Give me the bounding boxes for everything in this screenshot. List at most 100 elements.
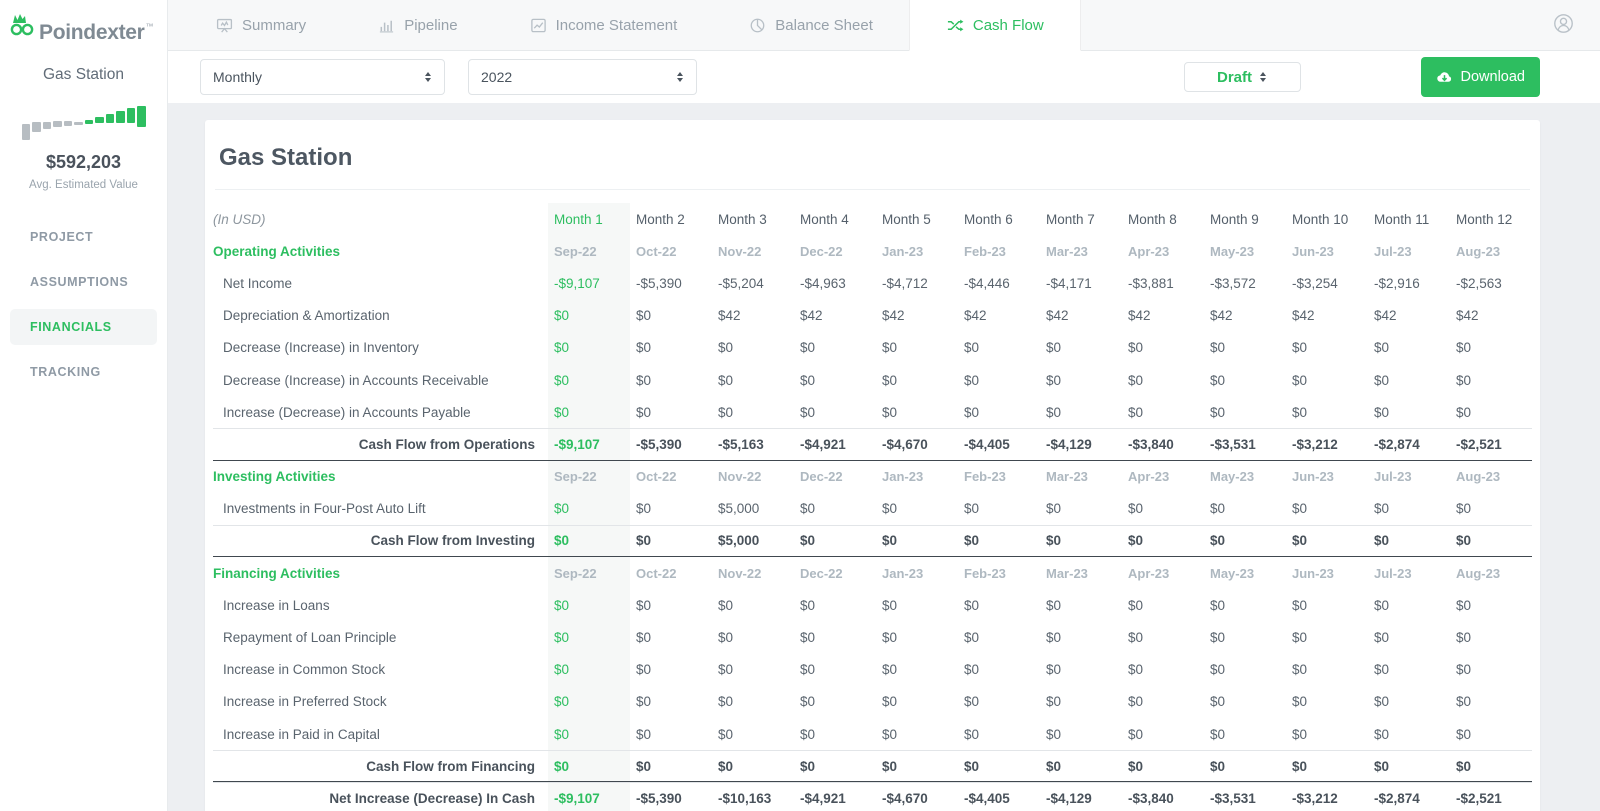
value-cell: $0 — [882, 501, 898, 517]
table-row: Increase in Preferred Stock $0 $0 $0 $0 $0 $0 $… — [213, 685, 1532, 718]
table-row: Cash Flow from Operations -$9,107 -$5,390 -… — [213, 428, 1532, 461]
download-button[interactable]: Download — [1420, 57, 1540, 97]
value-cell: $0 — [1374, 662, 1390, 678]
value-cell: $0 — [636, 694, 652, 710]
tab-balance-sheet[interactable]: Balance Sheet — [713, 0, 909, 50]
value-cell: -$5,390 — [636, 275, 682, 291]
value-cell: $0 — [800, 533, 816, 549]
sidebar-item-project[interactable]: PROJECT — [10, 219, 157, 255]
value-cell: $0 — [1292, 597, 1308, 613]
download-button-label: Download — [1460, 69, 1526, 85]
tab-cash-flow[interactable]: Cash Flow — [908, 0, 1081, 51]
date-cell: Mar-23 — [1046, 243, 1088, 259]
date-cell: Nov-22 — [718, 565, 762, 581]
tab-pipeline[interactable]: Pipeline — [342, 0, 493, 50]
value-cell: $0 — [1456, 501, 1472, 517]
value-cell: -$9,107 — [548, 429, 630, 460]
value-cell: -$5,390 — [636, 436, 682, 452]
period-select[interactable]: Monthly — [200, 59, 445, 95]
value-cell: -$4,670 — [882, 791, 928, 807]
value-cell: $0 — [1210, 726, 1226, 742]
value-cell: -$4,171 — [1046, 275, 1092, 291]
value-cell: $0 — [1128, 501, 1144, 517]
year-select[interactable]: 2022 — [468, 59, 697, 95]
table-row: Cash Flow from Investing $0 $0 $5,000 $0 $0 $0… — [213, 524, 1532, 558]
value-cell: $0 — [1210, 404, 1226, 420]
presentation-icon — [216, 17, 233, 34]
date-cell: Jul-23 — [1374, 243, 1412, 259]
date-cell: Jun-23 — [1292, 243, 1334, 259]
value-cell: -$3,531 — [1210, 791, 1256, 807]
value-cell: $0 — [1210, 694, 1226, 710]
brand-logo[interactable]: Poindexter™ — [0, 0, 167, 44]
spark-bar — [32, 122, 41, 132]
value-cell: $0 — [1128, 726, 1144, 742]
value-cell: $0 — [1456, 662, 1472, 678]
value-cell: $0 — [548, 363, 630, 397]
value-cell: $0 — [1374, 501, 1390, 517]
date-cell: May-23 — [1210, 565, 1255, 581]
status-select[interactable]: Draft — [1183, 62, 1301, 92]
tab-label: Income Statement — [555, 16, 678, 34]
sidebar-item-tracking[interactable]: TRACKING — [10, 354, 157, 390]
column-header: Month 1 — [548, 203, 630, 236]
value-cell: $0 — [800, 662, 816, 678]
value-cell: $0 — [964, 533, 980, 549]
value-cell: -$9,107 — [548, 783, 630, 811]
value-cell: -$2,874 — [1374, 791, 1420, 807]
value-cell: $0 — [800, 630, 816, 646]
value-cell: $42 — [1210, 308, 1233, 324]
value-cell: $0 — [1292, 501, 1308, 517]
value-cell: $0 — [548, 718, 630, 751]
value-cell: $0 — [636, 308, 652, 324]
value-cell: $0 — [1292, 630, 1308, 646]
column-header: Month 3 — [718, 211, 767, 227]
poindexter-logo-icon — [8, 12, 35, 44]
value-cell: $0 — [1374, 694, 1390, 710]
user-menu[interactable] — [1553, 0, 1574, 51]
date-cell: Jan-23 — [882, 243, 924, 259]
value-cell: $0 — [1456, 694, 1472, 710]
value-cell: $0 — [882, 340, 898, 356]
date-cell: Nov-22 — [718, 469, 762, 485]
date-cell: Aug-23 — [1456, 565, 1501, 581]
value-cell: -$10,163 — [718, 791, 772, 807]
value-cell: $0 — [1046, 340, 1062, 356]
spark-bar — [95, 117, 104, 123]
value-cell: $0 — [1374, 630, 1390, 646]
value-cell: $0 — [718, 630, 734, 646]
value-cell: $0 — [636, 758, 652, 774]
row-label: Net Increase (Decrease) In Cash — [329, 791, 535, 807]
value-cell: -$4,129 — [1046, 791, 1092, 807]
value-cell: $0 — [718, 597, 734, 613]
unit-note: (In USD) — [213, 211, 266, 227]
column-header: Month 9 — [1210, 211, 1259, 227]
tab-summary[interactable]: Summary — [180, 0, 342, 50]
value-cell: $0 — [1128, 372, 1144, 388]
estimated-value: $592,203 — [45, 152, 122, 172]
spark-bar — [63, 121, 72, 126]
value-cell: $0 — [964, 597, 980, 613]
value-cell: -$2,563 — [1456, 275, 1502, 291]
value-cell: $0 — [548, 685, 630, 718]
value-cell: $0 — [1046, 501, 1062, 517]
date-cell: Jun-23 — [1292, 565, 1334, 581]
sidebar: Poindexter™ Gas Station $592,203 Avg. Es… — [0, 0, 168, 811]
spark-bar — [105, 114, 114, 123]
row-label: Investments in Four-Post Auto Lift — [223, 501, 426, 517]
value-cell: -$4,670 — [882, 436, 928, 452]
sidebar-item-financials[interactable]: FINANCIALS — [10, 309, 157, 345]
sidebar-item-assumptions[interactable]: ASSUMPTIONS — [10, 264, 157, 300]
row-label: Increase (Decrease) in Accounts Payable — [223, 404, 471, 420]
table-row: Investing Activities Sep-22 Oct-22 Nov-22 De… — [213, 460, 1532, 493]
tab-income-statement[interactable]: Income Statement — [494, 0, 714, 50]
value-cell: $0 — [800, 340, 816, 356]
value-cell: -$5,163 — [718, 436, 764, 452]
date-cell: Jun-23 — [1292, 469, 1334, 485]
spark-bar — [84, 120, 93, 124]
row-label: Investing Activities — [213, 469, 336, 485]
value-cell: $0 — [1210, 533, 1226, 549]
value-cell: $0 — [718, 340, 734, 356]
value-cell: $0 — [1374, 340, 1390, 356]
value-cell: $0 — [800, 372, 816, 388]
